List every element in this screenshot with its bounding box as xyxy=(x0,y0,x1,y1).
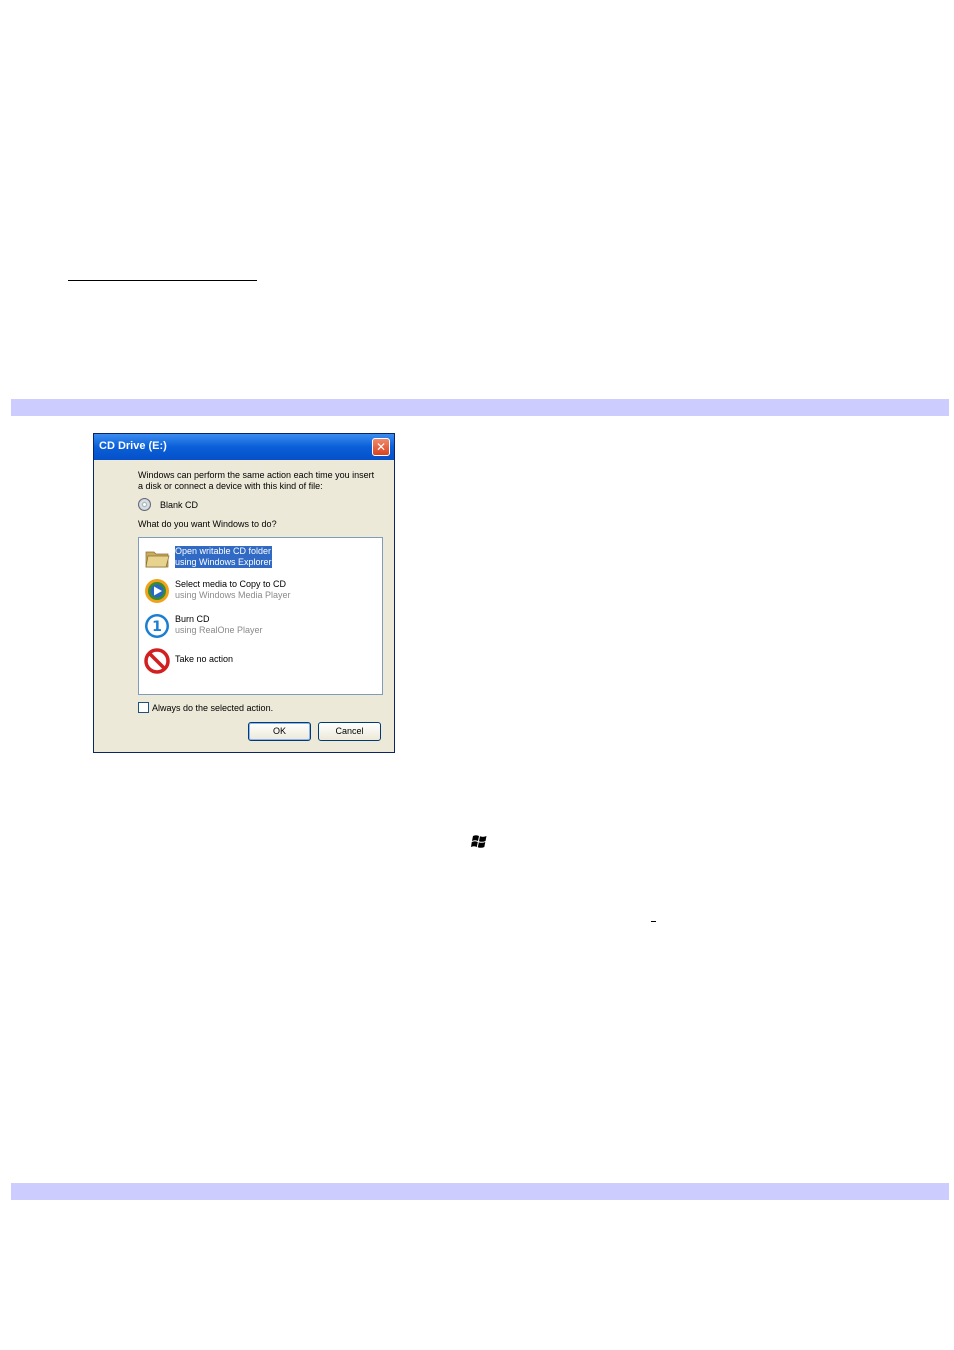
action-primary-label: Take no action xyxy=(175,654,234,664)
section-band-bottom xyxy=(11,1183,949,1200)
folder-icon xyxy=(145,551,170,568)
always-do-checkbox[interactable] xyxy=(138,702,149,713)
action-item-burn-cd[interactable]: 1 Burn CD using RealOne Player xyxy=(144,611,374,641)
ok-button[interactable]: OK xyxy=(248,722,311,741)
prompt-text-line-2: a disk or connect a device with this kin… xyxy=(138,481,323,491)
autoplay-dialog: CD Drive (E:) ✕ Windows can perform the … xyxy=(93,433,395,753)
section-band-top xyxy=(11,399,949,416)
action-primary-label: Burn CD xyxy=(175,614,210,624)
action-primary-label: Open writable CD folder xyxy=(175,546,272,557)
cancel-button[interactable]: Cancel xyxy=(318,722,381,741)
no-action-icon xyxy=(144,648,170,674)
action-item-no-action[interactable]: Take no action xyxy=(144,646,374,676)
close-button[interactable]: ✕ xyxy=(372,438,390,456)
action-item-copy-media[interactable]: Select media to Copy to CD using Windows… xyxy=(144,576,374,606)
action-secondary-label: using RealOne Player xyxy=(175,625,263,635)
action-item-open-folder[interactable]: Open writable CD folder using Windows Ex… xyxy=(144,543,374,573)
prompt-text-line-1: Windows can perform the same action each… xyxy=(138,470,375,480)
link-underline[interactable] xyxy=(68,280,257,281)
action-list[interactable]: Open writable CD folder using Windows Ex… xyxy=(138,537,383,695)
dialog-titlebar: CD Drive (E:) ✕ xyxy=(94,434,394,460)
realone-icon: 1 xyxy=(145,614,169,638)
always-do-label: Always do the selected action. xyxy=(152,703,274,713)
media-player-icon xyxy=(145,579,169,603)
close-icon: ✕ xyxy=(375,440,387,454)
dialog-title: CD Drive (E:) xyxy=(99,440,167,452)
svg-text:1: 1 xyxy=(152,619,162,635)
action-secondary-label: using Windows Media Player xyxy=(175,590,291,600)
action-secondary-label: using Windows Explorer xyxy=(175,557,272,568)
blank-cd-icon xyxy=(138,498,151,511)
windows-logo-icon xyxy=(471,835,487,848)
action-question: What do you want Windows to do? xyxy=(138,519,277,529)
action-primary-label: Select media to Copy to CD xyxy=(175,579,287,589)
tiny-link-underline[interactable] xyxy=(651,921,656,922)
media-type-label: Blank CD xyxy=(160,500,199,510)
